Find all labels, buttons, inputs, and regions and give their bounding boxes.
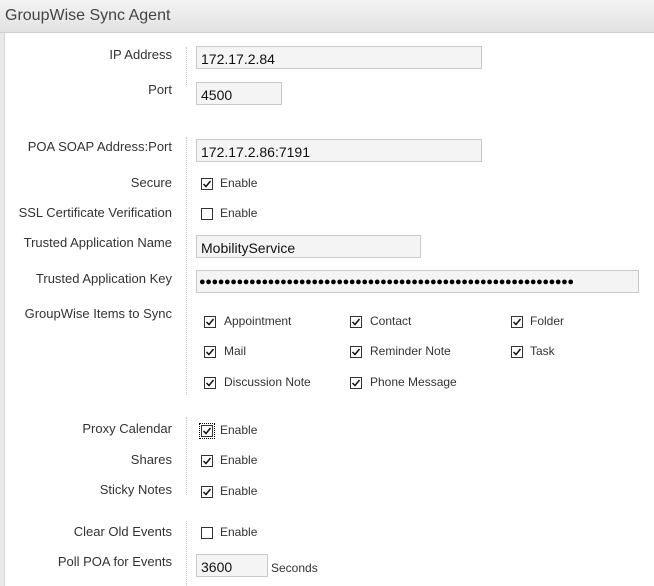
proxy-calendar-label: Proxy Calendar xyxy=(82,421,172,436)
port-label: Port xyxy=(148,82,172,97)
checkmark-icon xyxy=(512,318,522,326)
port-field[interactable]: 4500 xyxy=(196,82,282,105)
poll-poa-unit: Seconds xyxy=(271,561,318,575)
secure-option-label: Enable xyxy=(220,176,258,190)
checkmark-icon xyxy=(205,318,215,326)
checkmark-icon xyxy=(202,180,212,188)
trusted-app-key-field[interactable]: ●●●●●●●●●●●●●●●●●●●●●●●●●●●●●●●●●●●●●●●●… xyxy=(196,270,639,293)
shares-label: Shares xyxy=(130,452,172,467)
trusted-app-key-label: Trusted Application Key xyxy=(35,271,172,286)
poll-poa-label: Poll POA for Events xyxy=(57,554,172,569)
sync-discussion-note-label: Discussion Note xyxy=(224,375,311,389)
sync-task-checkbox[interactable] xyxy=(511,346,523,358)
checkmark-icon xyxy=(202,488,212,496)
clear-old-events-option-label: Enable xyxy=(220,525,258,539)
proxy-calendar-option-label: Enable xyxy=(220,423,258,437)
ssl-verification-label: SSL Certificate Verification xyxy=(18,205,172,220)
sticky-notes-checkbox[interactable] xyxy=(201,486,213,498)
checkmark-icon xyxy=(205,379,215,387)
divider xyxy=(186,47,187,85)
clear-old-events-checkbox[interactable] xyxy=(201,527,213,539)
checkmark-icon xyxy=(202,427,212,435)
sync-folder-label: Folder xyxy=(530,314,565,328)
settings-panel: IP Address 172.17.2.84 Port 4500 POA SOA… xyxy=(4,33,654,586)
sync-mail-label: Mail xyxy=(224,344,247,358)
sync-reminder-note-label: Reminder Note xyxy=(370,344,451,358)
poa-soap-field[interactable]: 172.17.2.86:7191 xyxy=(196,139,482,162)
shares-checkbox[interactable] xyxy=(201,455,213,467)
sync-folder-checkbox[interactable] xyxy=(511,316,523,328)
sync-phone-message-checkbox[interactable] xyxy=(350,377,362,389)
sync-phone-message-label: Phone Message xyxy=(370,375,457,389)
sync-mail-checkbox[interactable] xyxy=(204,346,216,358)
password-mask: ●●●●●●●●●●●●●●●●●●●●●●●●●●●●●●●●●●●●●●●●… xyxy=(199,276,574,288)
checkmark-icon xyxy=(351,318,361,326)
sync-task-label: Task xyxy=(530,344,555,358)
poa-soap-label: POA SOAP Address:Port xyxy=(27,139,172,154)
sync-contact-label: Contact xyxy=(370,314,412,328)
secure-checkbox[interactable] xyxy=(201,178,213,190)
sync-discussion-note-checkbox[interactable] xyxy=(204,377,216,389)
sync-contact-checkbox[interactable] xyxy=(350,316,362,328)
ip-address-label: IP Address xyxy=(109,47,172,62)
page-header: GroupWise Sync Agent xyxy=(0,0,654,33)
trusted-app-name-label: Trusted Application Name xyxy=(23,235,172,250)
sticky-notes-label: Sticky Notes xyxy=(99,482,172,497)
divider xyxy=(186,521,187,586)
checkmark-icon xyxy=(351,379,361,387)
trusted-app-name-field[interactable]: MobilityService xyxy=(196,235,421,258)
items-to-sync-label: GroupWise Items to Sync xyxy=(24,306,172,321)
ssl-verification-checkbox[interactable] xyxy=(201,208,213,220)
divider xyxy=(186,417,187,495)
clear-old-events-label: Clear Old Events xyxy=(73,524,172,539)
page-title: GroupWise Sync Agent xyxy=(5,7,171,24)
ip-address-field[interactable]: 172.17.2.84 xyxy=(196,46,482,69)
proxy-calendar-checkbox[interactable] xyxy=(199,423,215,439)
checkmark-icon xyxy=(205,348,215,356)
sync-appointment-checkbox[interactable] xyxy=(204,316,216,328)
checkmark-icon xyxy=(202,457,212,465)
ssl-verification-option-label: Enable xyxy=(220,206,258,220)
divider xyxy=(186,137,187,395)
sticky-notes-option-label: Enable xyxy=(220,484,258,498)
shares-option-label: Enable xyxy=(220,453,258,467)
checkmark-icon xyxy=(512,348,522,356)
checkmark-icon xyxy=(351,348,361,356)
secure-label: Secure xyxy=(130,175,172,190)
poll-poa-field[interactable]: 3600 xyxy=(196,554,268,577)
sync-reminder-note-checkbox[interactable] xyxy=(350,346,362,358)
sync-appointment-label: Appointment xyxy=(224,314,292,328)
